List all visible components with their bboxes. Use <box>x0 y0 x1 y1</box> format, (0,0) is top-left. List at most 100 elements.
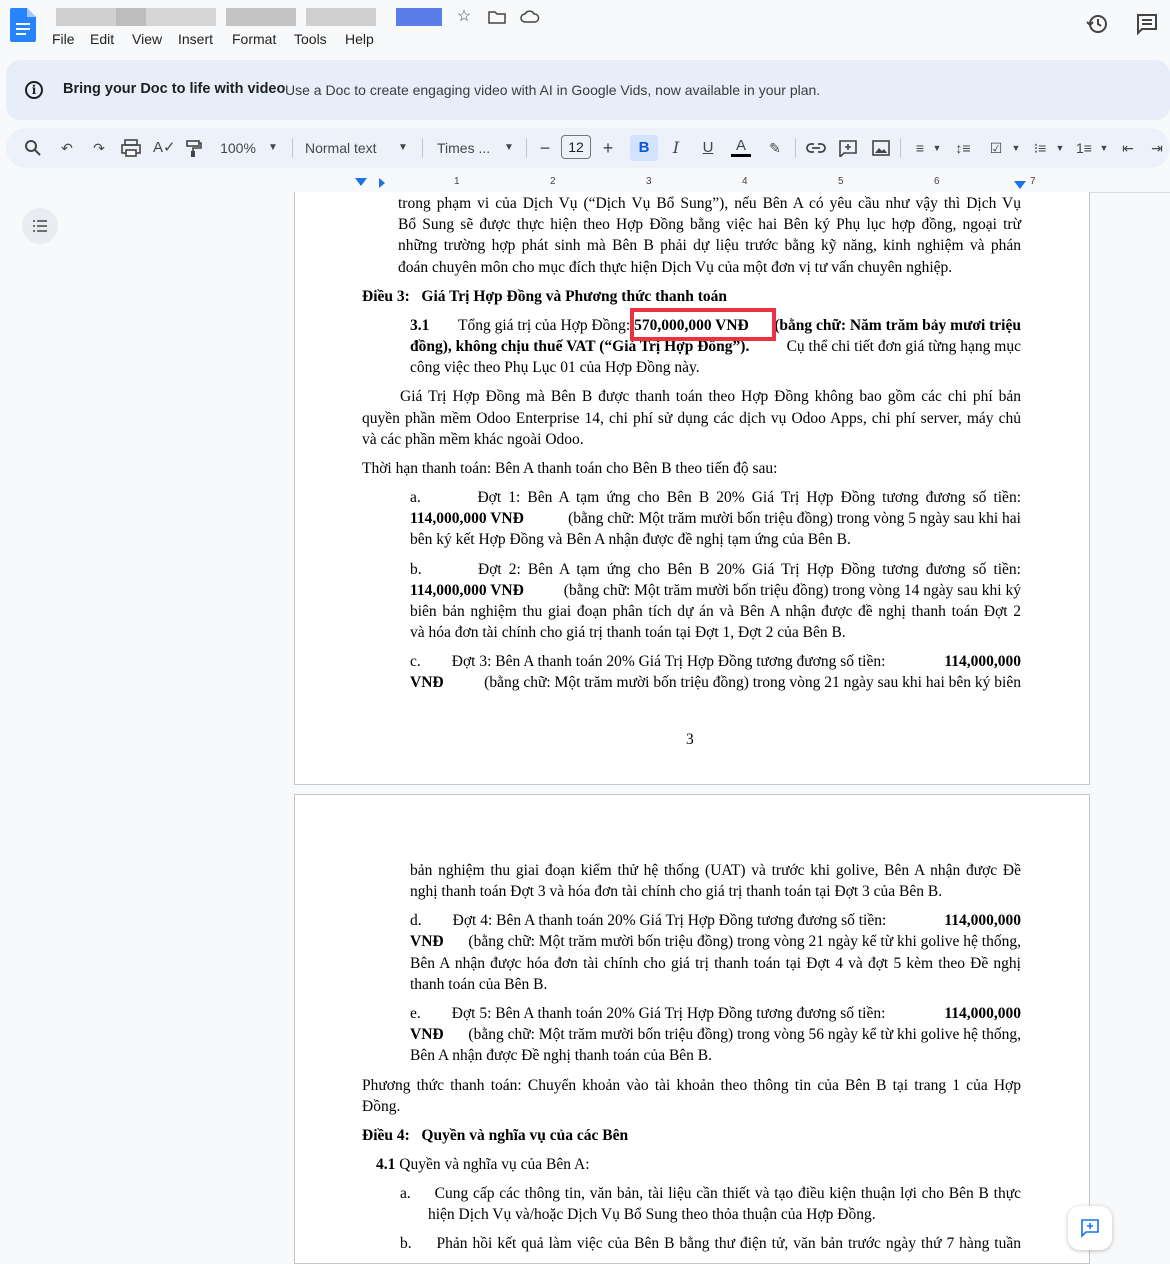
italic-icon[interactable]: I <box>666 138 686 158</box>
increase-indent-icon[interactable]: ⇥ <box>1148 138 1166 158</box>
numbered-list-icon[interactable]: 1≡ <box>1074 138 1094 158</box>
menu-edit[interactable]: Edit <box>90 31 114 47</box>
zoom-dropdown-icon[interactable]: ▼ <box>266 138 280 158</box>
article-4-heading: Điều 4: Quyền và nghĩa vụ của các Bên <box>362 1127 629 1144</box>
doc-line: biên bản nghiệm thu giai đoạn phân tích … <box>410 603 1021 620</box>
add-comment-icon <box>1081 1219 1099 1238</box>
ruler-number: 1 <box>454 176 460 187</box>
ruler-number: 6 <box>934 176 940 187</box>
align-icon[interactable]: ≡ <box>910 138 930 158</box>
first-line-indent-marker[interactable] <box>355 178 367 186</box>
ruler-number: 7 <box>1030 176 1036 187</box>
doc-line: đoán chuyên môn cho mục đích thực hiện D… <box>398 259 953 276</box>
menu-tools[interactable]: Tools <box>294 31 327 47</box>
banner-text: Use a Doc to create engaging video with … <box>285 82 821 98</box>
red-highlight-box <box>630 308 776 341</box>
menu-file[interactable]: File <box>52 31 75 47</box>
section-number: 3.1 <box>410 317 430 334</box>
doc-line: bản nghiệm thu giai đoạn kiểm thử hệ thố… <box>410 862 1021 879</box>
doc-line: Giá Trị Hợp Đồng mà Bên B được thanh toá… <box>400 388 1021 405</box>
bold-icon: B <box>638 139 650 156</box>
style-dropdown-icon[interactable]: ▼ <box>396 138 410 158</box>
doc-line: bên ký kết Hợp Đồng và Bên A nhận được đ… <box>410 531 851 548</box>
doc-line: những trường hợp phát sinh mà Bên B phải… <box>398 237 1021 254</box>
add-comment-icon[interactable] <box>838 139 858 157</box>
text-color-icon[interactable]: A <box>731 138 751 157</box>
redo-icon[interactable]: ↷ <box>89 138 109 158</box>
doc-line: Phương thức thanh toán: Chuyển khoản vào… <box>362 1077 1021 1094</box>
right-indent-marker[interactable] <box>1014 181 1026 189</box>
doc-line: Bên A nhận được Đề nghị thanh toán của B… <box>410 1047 713 1064</box>
doc-line: quyền phần mềm Odoo Enterprise 14, chi p… <box>362 410 1021 427</box>
version-history-icon[interactable] <box>1085 12 1109 36</box>
doc-line: 114,000,000 VNĐ (bằng chữ: Một trăm mười… <box>410 582 1021 599</box>
doc-line: trong phạm vi của Dịch Vụ (“Dịch Vụ Bổ S… <box>398 195 1021 212</box>
tab-stop-marker[interactable] <box>379 178 385 188</box>
menu-insert[interactable]: Insert <box>178 31 213 47</box>
font-dropdown-icon[interactable]: ▼ <box>502 138 516 158</box>
doc-line: thanh toán của Bên B. <box>410 976 548 993</box>
decrease-font-size-icon[interactable]: − <box>535 138 555 158</box>
doc-line: VNĐ (bằng chữ: Một trăm mười bốn triệu đ… <box>410 674 1021 691</box>
doc-line: công việc theo Phụ Lục 01 của Hợp Đồng n… <box>410 359 700 376</box>
insert-link-icon[interactable] <box>806 140 826 156</box>
spellcheck-icon[interactable]: A✓ <box>153 138 176 158</box>
font-select[interactable]: Times ... <box>437 138 497 158</box>
zoom-select[interactable]: 100% <box>218 138 258 158</box>
banner-title: Bring your Doc to life with video <box>63 81 286 97</box>
doc-line: Bên A nhận được hóa đơn tài chính cho gi… <box>410 955 1021 972</box>
doc-line: nghị thanh toán Đợt 3 và hóa đơn tài chí… <box>410 883 943 900</box>
line-spacing-icon[interactable]: ↕≡ <box>953 138 973 158</box>
doc-line: và hóa đơn tài chính cho giá trị thanh t… <box>410 624 846 641</box>
comments-icon[interactable] <box>1135 12 1159 36</box>
menu-help[interactable]: Help <box>345 31 374 47</box>
ruler-number: 3 <box>646 176 652 187</box>
ruler[interactable] <box>294 172 1170 193</box>
doc-line: b. Đợt 2: Bên A tạm ứng cho Bên B 20% Gi… <box>410 561 1021 578</box>
doc-line: hiện Dịch Vụ và/hoặc Dịch Vụ Bổ Sung the… <box>428 1206 876 1223</box>
doc-line: Thời hạn thanh toán: Bên A thanh toán ch… <box>362 460 778 477</box>
ruler-number: 5 <box>838 176 844 187</box>
underline-icon[interactable]: U <box>698 138 718 158</box>
outline-icon <box>33 220 47 232</box>
cloud-status-icon[interactable] <box>520 10 540 24</box>
doc-line: 4.1 Quyền và nghĩa vụ của Bên A: <box>376 1156 590 1173</box>
undo-icon[interactable]: ↶ <box>57 138 77 158</box>
doc-line: c. Đợt 3: Bên A thanh toán 20% Giá Trị H… <box>410 653 1021 670</box>
increase-font-size-icon[interactable]: + <box>598 138 618 158</box>
doc-line: VNĐ (bằng chữ: Một trăm mười bốn triệu đ… <box>410 933 1021 950</box>
star-icon[interactable]: ☆ <box>455 8 473 26</box>
menu-format[interactable]: Format <box>232 31 276 47</box>
insert-image-icon[interactable] <box>872 140 890 156</box>
doc-line: và các phần mềm khác ngoài Odoo. <box>362 431 584 448</box>
docs-logo-icon[interactable] <box>10 8 36 42</box>
menu-view[interactable]: View <box>132 31 162 47</box>
move-folder-icon[interactable] <box>488 10 506 24</box>
align-dropdown-icon[interactable]: ▼ <box>931 138 943 158</box>
doc-line: VNĐ (bằng chữ: Một trăm mười bốn triệu đ… <box>410 1026 1021 1043</box>
doc-line: 114,000,000 VNĐ (bằng chữ: Một trăm mười… <box>410 510 1021 527</box>
checklist-icon[interactable]: ☑ <box>986 138 1006 158</box>
doc-line: d. Đợt 4: Bên A thanh toán 20% Giá Trị H… <box>410 912 1021 929</box>
doc-line: a. Đợt 1: Bên A tạm ứng cho Bên B 20% Gi… <box>410 489 1021 506</box>
bulleted-list-icon[interactable]: ⁝≡ <box>1030 138 1050 158</box>
doc-line: Đồng. <box>362 1098 401 1115</box>
checklist-dropdown-icon[interactable]: ▼ <box>1010 138 1022 158</box>
paint-format-icon[interactable] <box>185 139 203 157</box>
font-size-input[interactable]: 12 <box>561 135 591 159</box>
numbered-dropdown-icon[interactable]: ▼ <box>1098 138 1110 158</box>
doc-line: Bổ Sung sẽ được thực hiện theo Hợp Đồng … <box>398 216 1021 233</box>
doc-line: e. Đợt 5: Bên A thanh toán 20% Giá Trị H… <box>410 1005 1021 1022</box>
ruler-number: 2 <box>550 176 556 187</box>
print-icon[interactable] <box>121 139 141 157</box>
bullet-dropdown-icon[interactable]: ▼ <box>1054 138 1066 158</box>
paragraph-style-select[interactable]: Normal text <box>305 138 389 158</box>
doc-line: a. Cung cấp các thông tin, văn bản, tài … <box>400 1185 1021 1202</box>
ruler-number: 4 <box>742 176 748 187</box>
search-menus-icon[interactable] <box>24 139 42 157</box>
info-icon: i <box>25 81 43 99</box>
article-3-heading: Điều 3: Giá Trị Hợp Đồng và Phương thức … <box>362 288 728 305</box>
highlight-color-icon[interactable]: ✎ <box>765 138 785 158</box>
page-number: 3 <box>686 731 694 748</box>
decrease-indent-icon[interactable]: ⇤ <box>1118 138 1138 158</box>
